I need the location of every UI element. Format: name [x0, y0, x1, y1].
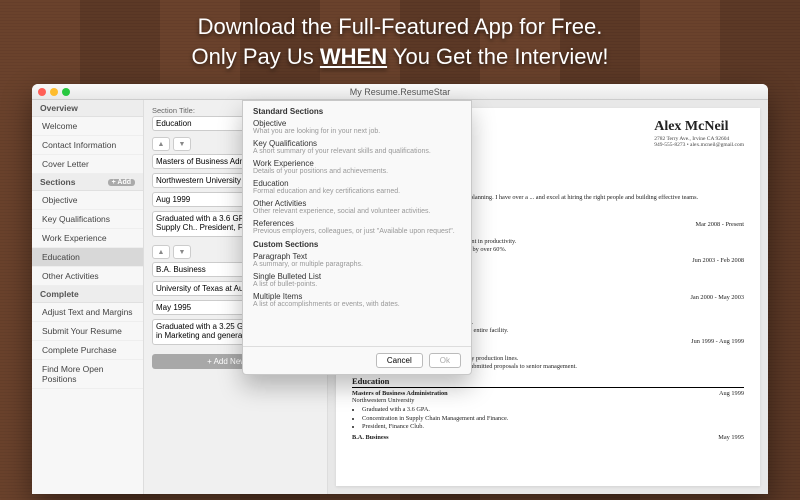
sidebar-head-complete: Complete [32, 286, 143, 303]
chevron-down-icon[interactable]: ▼ [173, 137, 191, 151]
sidebar-item-contact[interactable]: Contact Information [32, 136, 143, 155]
modal-item[interactable]: Single Bulleted ListA list of bullet-poi… [243, 271, 471, 291]
sidebar-head-sections: Sections+ Add [32, 174, 143, 191]
chevron-up-icon[interactable]: ▲ [152, 245, 170, 259]
add-section-button[interactable]: + Add [108, 179, 135, 186]
modal-item[interactable]: EducationFormal education and key certif… [243, 178, 471, 198]
modal-item[interactable]: ReferencesPrevious employers, colleagues… [243, 218, 471, 238]
app-window: My Resume.ResumeStar Overview Welcome Co… [32, 84, 768, 494]
sidebar-item-purchase[interactable]: Complete Purchase [32, 341, 143, 360]
cancel-button[interactable]: Cancel [376, 353, 423, 368]
sidebar-item-education[interactable]: Education [32, 248, 143, 267]
sidebar-item-work-exp[interactable]: Work Experience [32, 229, 143, 248]
zoom-icon[interactable] [62, 88, 70, 96]
ok-button[interactable]: Ok [429, 353, 461, 368]
sidebar-item-cover-letter[interactable]: Cover Letter [32, 155, 143, 174]
minimize-icon[interactable] [50, 88, 58, 96]
resume-name: Alex McNeil [654, 118, 744, 136]
window-title: My Resume.ResumeStar [38, 87, 762, 97]
promo-banner: Download the Full-Featured App for Free.… [0, 12, 800, 71]
modal-item[interactable]: Paragraph TextA summary, or multiple par… [243, 251, 471, 271]
chevron-up-icon[interactable]: ▲ [152, 137, 170, 151]
sidebar-item-key-qual[interactable]: Key Qualifications [32, 210, 143, 229]
chevron-down-icon[interactable]: ▼ [173, 245, 191, 259]
modal-item[interactable]: Other ActivitiesOther relevant experienc… [243, 198, 471, 218]
close-icon[interactable] [38, 88, 46, 96]
sidebar-item-submit[interactable]: Submit Your Resume [32, 322, 143, 341]
modal-item[interactable]: Key QualificationsA short summary of you… [243, 138, 471, 158]
sidebar-item-find-more[interactable]: Find More Open Positions [32, 360, 143, 389]
modal-item[interactable]: Multiple ItemsA list of accomplishments … [243, 291, 471, 311]
sidebar-item-other[interactable]: Other Activities [32, 267, 143, 286]
sidebar-item-objective[interactable]: Objective [32, 191, 143, 210]
section-picker-modal: Standard Sections ObjectiveWhat you are … [242, 100, 472, 375]
sidebar-head-overview: Overview [32, 100, 143, 117]
modal-custom-head: Custom Sections [243, 238, 471, 251]
titlebar[interactable]: My Resume.ResumeStar [32, 84, 768, 100]
sidebar-item-welcome[interactable]: Welcome [32, 117, 143, 136]
modal-item[interactable]: ObjectiveWhat you are looking for in you… [243, 118, 471, 138]
sidebar: Overview Welcome Contact Information Cov… [32, 100, 144, 494]
sidebar-item-adjust[interactable]: Adjust Text and Margins [32, 303, 143, 322]
modal-item[interactable]: Work ExperienceDetails of your positions… [243, 158, 471, 178]
section-title-label: Section Title: [152, 106, 195, 115]
modal-standard-head: Standard Sections [243, 105, 471, 118]
